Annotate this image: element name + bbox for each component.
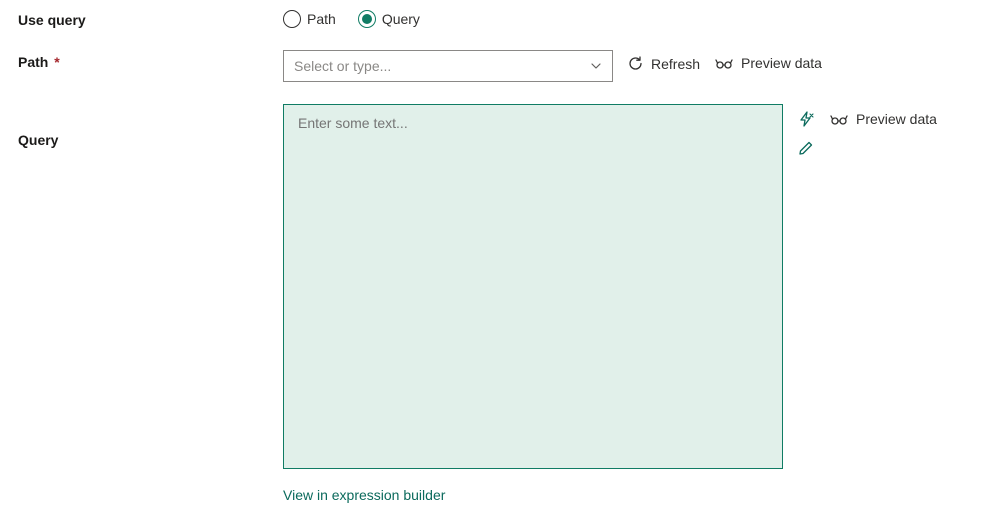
chevron-down-icon: [590, 60, 602, 72]
lightning-icon: [797, 110, 815, 128]
radio-path[interactable]: Path: [283, 10, 336, 28]
pencil-icon: [797, 140, 814, 157]
preview-data-label-2: Preview data: [856, 111, 937, 127]
edit-button[interactable]: [797, 140, 814, 157]
path-label: Path *: [18, 50, 283, 70]
use-query-label: Use query: [18, 8, 283, 28]
path-select[interactable]: Select or type...: [283, 50, 613, 82]
lightning-button[interactable]: [797, 110, 815, 128]
preview-data-button-2[interactable]: Preview data: [829, 111, 937, 127]
radio-path-label: Path: [307, 11, 336, 27]
radio-query[interactable]: Query: [358, 10, 420, 28]
refresh-icon: [627, 55, 644, 72]
path-select-placeholder: Select or type...: [294, 58, 391, 74]
radio-query-label: Query: [382, 11, 420, 27]
query-textarea[interactable]: [283, 104, 783, 469]
preview-data-button[interactable]: Preview data: [714, 50, 822, 71]
path-label-text: Path: [18, 54, 48, 70]
required-asterisk: *: [54, 54, 59, 70]
query-side-actions: Preview data: [797, 104, 937, 157]
use-query-radio-group: Path Query: [283, 8, 420, 28]
preview-data-label: Preview data: [741, 55, 822, 71]
refresh-button[interactable]: Refresh: [627, 50, 700, 72]
refresh-label: Refresh: [651, 56, 700, 72]
radio-circle-icon: [358, 10, 376, 28]
glasses-icon: [829, 112, 849, 126]
query-label: Query: [18, 104, 283, 148]
expression-builder-link[interactable]: View in expression builder: [283, 487, 937, 503]
glasses-icon: [714, 56, 734, 70]
radio-circle-icon: [283, 10, 301, 28]
